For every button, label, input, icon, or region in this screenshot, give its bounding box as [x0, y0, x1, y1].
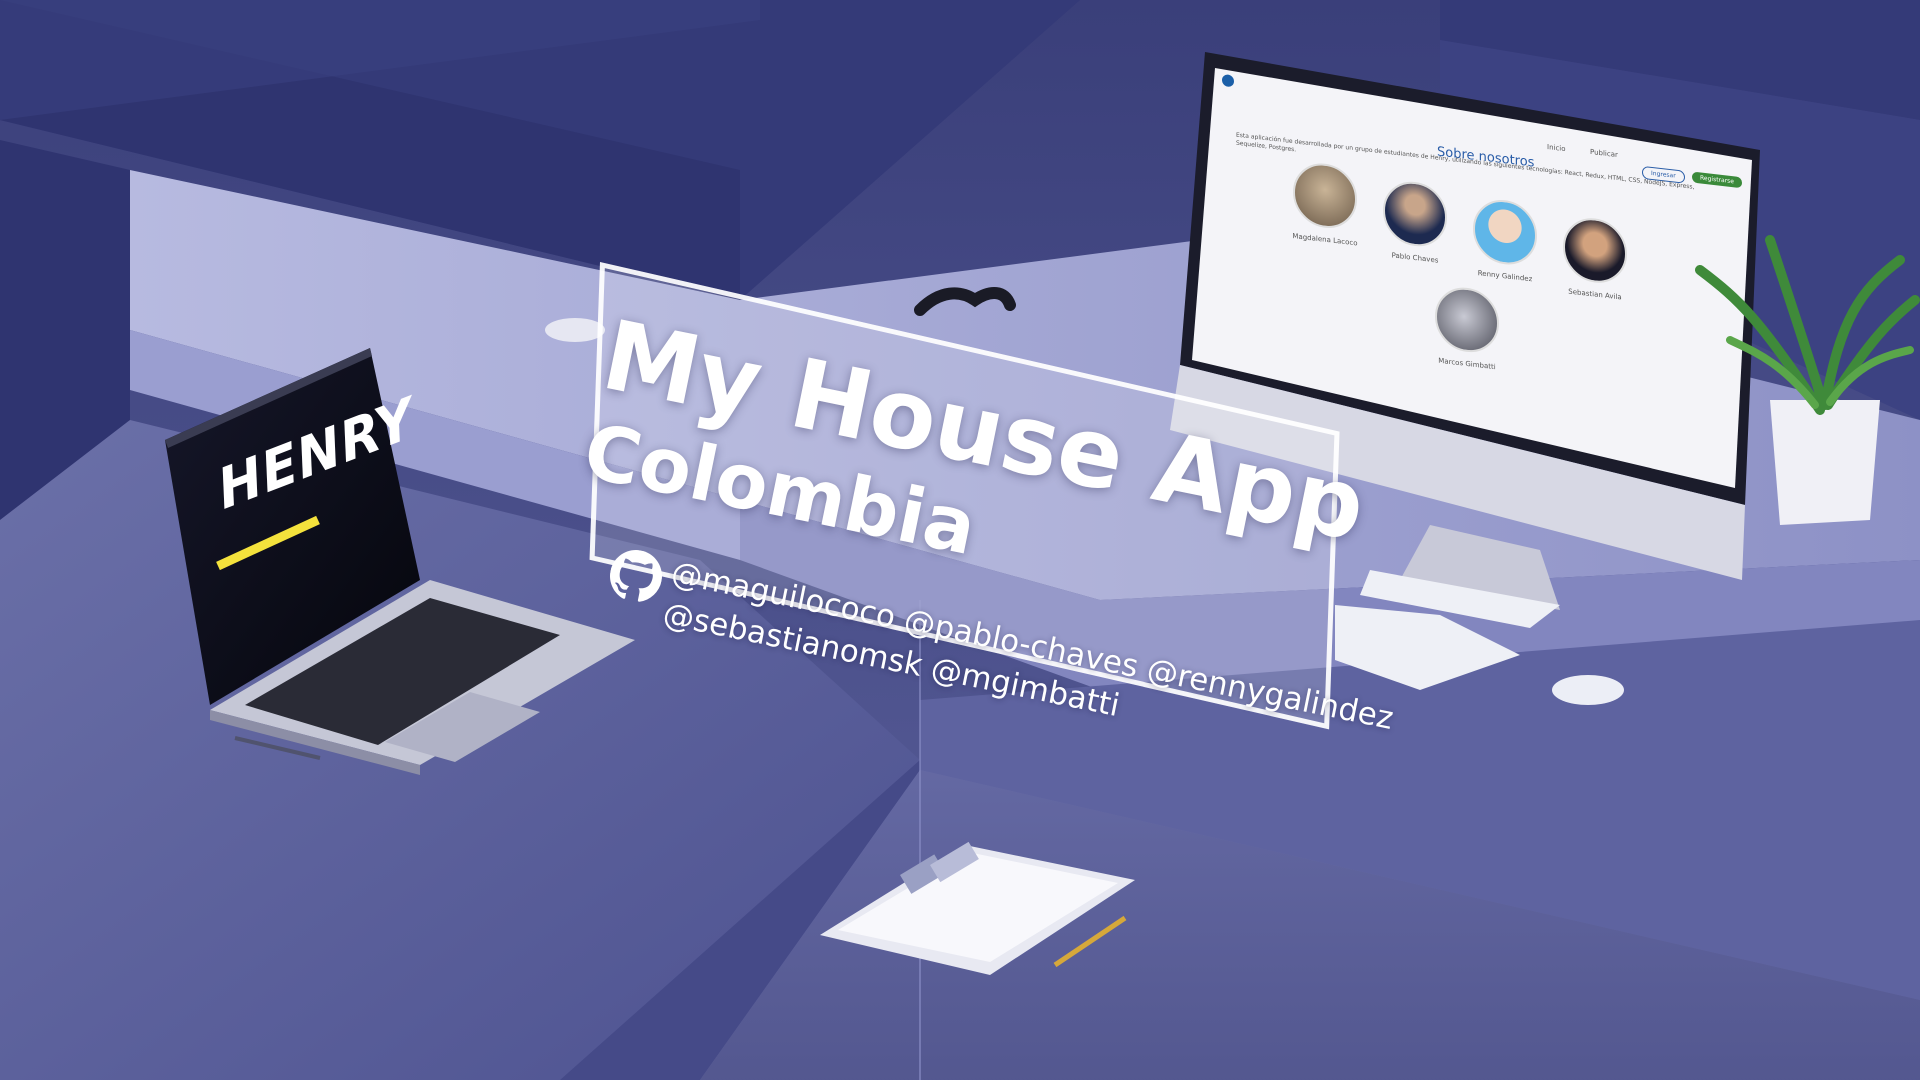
member-card: Marcos Gimbatti [1432, 284, 1502, 372]
member-name: Magdalena Lacoco [1292, 232, 1358, 248]
member-card: Renny Galindez [1470, 196, 1540, 284]
member-card: Magdalena Lacoco [1290, 160, 1360, 248]
member-name: Renny Galindez [1477, 269, 1533, 284]
nav-inicio[interactable]: Inicio [1547, 143, 1566, 153]
avatar [1435, 284, 1499, 356]
member-name: Pablo Chaves [1391, 251, 1439, 265]
github-icon [610, 549, 663, 602]
app-logo-icon [1222, 74, 1234, 88]
nav-publicar[interactable]: Publicar [1590, 148, 1618, 159]
avatar [1563, 214, 1627, 287]
member-card: Pablo Chaves [1380, 178, 1450, 266]
avatar [1293, 160, 1357, 232]
avatar [1383, 178, 1447, 250]
member-name: Marcos Gimbatti [1438, 356, 1496, 372]
member-card: Sebastian Avila [1560, 214, 1630, 303]
avatar [1473, 196, 1537, 268]
member-name: Sebastian Avila [1568, 287, 1622, 302]
